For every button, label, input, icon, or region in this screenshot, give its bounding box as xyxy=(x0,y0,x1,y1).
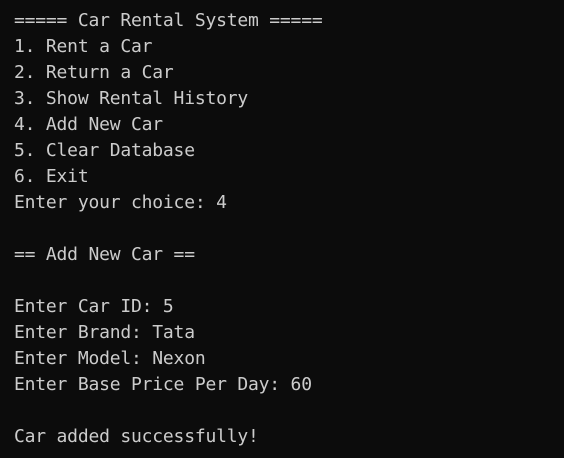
terminal-window[interactable]: ===== Car Rental System ===== 1. Rent a … xyxy=(0,0,564,458)
menu-option-add-car: 4. Add New Car xyxy=(14,114,163,135)
menu-option-rental-history: 3. Show Rental History xyxy=(14,88,249,109)
menu-option-clear-database: 5. Clear Database xyxy=(14,140,195,161)
menu-option-exit: 6. Exit xyxy=(14,166,89,187)
menu-option-return-car: 2. Return a Car xyxy=(14,62,174,83)
success-message: Car added successfully! xyxy=(14,426,259,447)
brand-prompt: Enter Brand: Tata xyxy=(14,322,195,343)
menu-header: ===== Car Rental System ===== xyxy=(14,10,323,31)
menu-option-rent-car: 1. Rent a Car xyxy=(14,36,153,57)
model-prompt: Enter Model: Nexon xyxy=(14,348,206,369)
choice-prompt: Enter your choice: 4 xyxy=(14,192,227,213)
section-header-add-car: == Add New Car == xyxy=(14,244,195,265)
base-price-prompt: Enter Base Price Per Day: 60 xyxy=(14,374,312,395)
car-id-prompt: Enter Car ID: 5 xyxy=(14,296,174,317)
